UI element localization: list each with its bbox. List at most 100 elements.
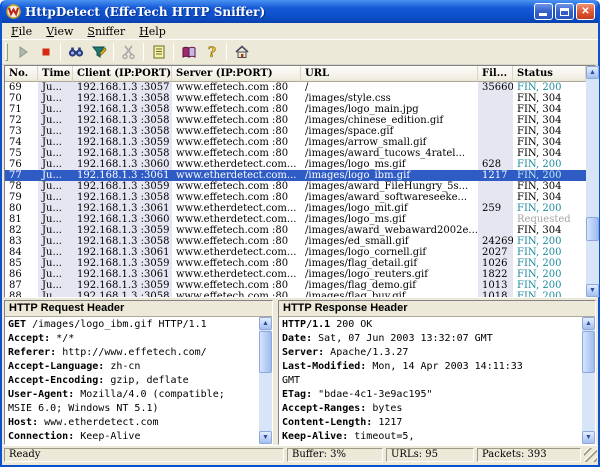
menu-view[interactable]: View xyxy=(39,24,80,39)
scroll-down-button[interactable]: ▼ xyxy=(259,431,272,444)
column-header-server[interactable]: Server (IP:PORT) xyxy=(172,66,301,82)
cell-url: /images/arrow_small.gif xyxy=(301,137,478,148)
find-button[interactable] xyxy=(64,42,87,63)
cell-client: 192.168.1.3 :3058 xyxy=(73,93,172,104)
binoculars-icon xyxy=(68,44,84,60)
help-button[interactable]: ? xyxy=(200,42,223,63)
toolbar-grip[interactable] xyxy=(5,43,8,61)
minimize-icon xyxy=(539,13,547,16)
column-header-client[interactable]: Client (IP:PORT) xyxy=(73,66,172,82)
table-row[interactable]: 74Ju...192.168.1.3 :3059www.effetech.com… xyxy=(5,137,586,148)
table-row[interactable]: 71Ju...192.168.1.3 :3058www.effetech.com… xyxy=(5,104,586,115)
response-header-content[interactable]: HTTP/1.1 200 OKDate: Sat, 07 Jun 2003 13… xyxy=(279,317,582,444)
scroll-down-button[interactable]: ▼ xyxy=(586,284,599,297)
table-row[interactable]: 80Ju...192.168.1.3 :3061www.etherdetect.… xyxy=(5,203,586,214)
column-header-url[interactable]: URL xyxy=(301,66,478,82)
table-row[interactable]: 77Ju...192.168.1.3 :3061www.etherdetect.… xyxy=(5,170,586,181)
scroll-down-button[interactable]: ▼ xyxy=(582,431,595,444)
cell-time: Ju... xyxy=(38,82,73,93)
cell-server: www.effetech.com :80 xyxy=(172,280,301,291)
home-button[interactable] xyxy=(230,42,253,63)
scroll-up-button[interactable]: ▲ xyxy=(259,317,272,330)
cell-time: Ju... xyxy=(38,192,73,203)
table-row[interactable]: 75Ju...192.168.1.3 :3058www.effetech.com… xyxy=(5,148,586,159)
cell-client: 192.168.1.3 :3059 xyxy=(73,225,172,236)
table-row[interactable]: 70Ju...192.168.1.3 :3058www.effetech.com… xyxy=(5,93,586,104)
header-line: Server: Apache/1.3.27 xyxy=(282,346,582,360)
menu-file[interactable]: File xyxy=(4,24,39,39)
stop-capture-button[interactable] xyxy=(34,42,57,63)
response-scrollbar[interactable]: ▲ ▼ xyxy=(582,317,595,444)
column-header-no[interactable]: No. xyxy=(5,66,38,82)
scroll-up-button[interactable]: ▲ xyxy=(586,66,599,79)
request-scrollbar[interactable]: ▲ ▼ xyxy=(259,317,272,444)
statusbar: Ready Buffer: 3% URLs: 95 Packets: 393 xyxy=(2,445,598,463)
cell-status: FIN, 304 xyxy=(513,115,586,126)
close-button[interactable]: ✕ xyxy=(576,3,595,20)
cell-no: 72 xyxy=(5,115,38,126)
table-row[interactable]: 87Ju...192.168.1.3 :3059www.effetech.com… xyxy=(5,280,586,291)
toolbar-separator xyxy=(60,43,61,61)
request-header-content[interactable]: GET /images/logo_ibm.gif HTTP/1.1Accept:… xyxy=(5,317,259,444)
manual-button[interactable] xyxy=(177,42,200,63)
table-row[interactable]: 83Ju...192.168.1.3 :3058www.effetech.com… xyxy=(5,236,586,247)
table-row[interactable]: 78Ju...192.168.1.3 :3059www.effetech.com… xyxy=(5,181,586,192)
scroll-thumb[interactable] xyxy=(259,331,272,373)
maximize-button[interactable] xyxy=(555,3,574,20)
cell-client: 192.168.1.3 :3059 xyxy=(73,258,172,269)
resize-grip[interactable] xyxy=(584,448,597,462)
table-row[interactable]: 84Ju...192.168.1.3 :3061www.etherdetect.… xyxy=(5,247,586,258)
minimize-button[interactable] xyxy=(534,3,553,20)
cell-no: 69 xyxy=(5,82,38,93)
cell-server: www.etherdetect.com... xyxy=(172,203,301,214)
cell-server: www.etherdetect.com... xyxy=(172,269,301,280)
table-row[interactable]: 86Ju...192.168.1.3 :3061www.etherdetect.… xyxy=(5,269,586,280)
table-row[interactable]: 85Ju...192.168.1.3 :3059www.effetech.com… xyxy=(5,258,586,269)
cell-size xyxy=(478,115,513,126)
cell-client: 192.168.1.3 :3057 xyxy=(73,82,172,93)
scroll-thumb[interactable] xyxy=(582,331,595,373)
cell-url: /images/award_tucows_4ratel... xyxy=(301,148,478,159)
table-row[interactable]: 82Ju...192.168.1.3 :3059www.effetech.com… xyxy=(5,225,586,236)
view-log-button[interactable] xyxy=(147,42,170,63)
cell-size xyxy=(478,93,513,104)
cell-no: 79 xyxy=(5,192,38,203)
cell-client: 192.168.1.3 :3058 xyxy=(73,236,172,247)
menu-help[interactable]: Help xyxy=(132,24,173,39)
cell-size: 1217 xyxy=(478,170,513,181)
filter-icon xyxy=(91,44,107,60)
cell-status: Requested xyxy=(513,214,586,225)
cell-url: /images/chinese_edition.gif xyxy=(301,115,478,126)
status-ready: Ready xyxy=(4,448,284,462)
scroll-up-button[interactable]: ▲ xyxy=(582,317,595,330)
table-row[interactable]: 88Ju...192.168.1.3 :3058www.effetech.com… xyxy=(5,291,586,297)
table-row[interactable]: 72Ju...192.168.1.3 :3058www.effetech.com… xyxy=(5,115,586,126)
scroll-thumb[interactable] xyxy=(586,217,599,241)
cell-server: www.effetech.com :80 xyxy=(172,115,301,126)
list-scrollbar[interactable]: ▲ ▼ xyxy=(586,66,599,297)
header-line: Host: www.etherdetect.com xyxy=(8,416,259,430)
maximize-icon xyxy=(560,8,569,16)
table-row[interactable]: 76Ju...192.168.1.3 :3060www.etherdetect.… xyxy=(5,159,586,170)
cell-client: 192.168.1.3 :3059 xyxy=(73,137,172,148)
column-header-size[interactable]: Fil... xyxy=(478,66,513,82)
table-row[interactable]: 79Ju...192.168.1.3 :3058www.effetech.com… xyxy=(5,192,586,203)
home-icon xyxy=(234,44,250,60)
cut-button[interactable] xyxy=(117,42,140,63)
column-header-status[interactable]: Status xyxy=(513,66,586,82)
table-row[interactable]: 69Ju...192.168.1.3 :3057www.effetech.com… xyxy=(5,82,586,93)
start-capture-button[interactable] xyxy=(11,42,34,63)
cell-size: 1026 xyxy=(478,258,513,269)
table-row[interactable]: 81Ju...192.168.1.3 :3060www.etherdetect.… xyxy=(5,214,586,225)
header-line: ETag: "bdae-4c1-3e9ac195" xyxy=(282,388,582,402)
cell-server: www.effetech.com :80 xyxy=(172,104,301,115)
cell-client: 192.168.1.3 :3061 xyxy=(73,269,172,280)
cell-time: Ju... xyxy=(38,236,73,247)
request-header-panel: HTTP Request Header GET /images/logo_ibm… xyxy=(4,300,273,445)
cell-url: /images/award_webaward2002e... xyxy=(301,225,478,236)
table-row[interactable]: 73Ju...192.168.1.3 :3058www.effetech.com… xyxy=(5,126,586,137)
column-header-time[interactable]: Time xyxy=(38,66,73,82)
cell-server: www.effetech.com :80 xyxy=(172,225,301,236)
menu-sniffer[interactable]: Sniffer xyxy=(80,24,132,39)
filter-button[interactable] xyxy=(87,42,110,63)
